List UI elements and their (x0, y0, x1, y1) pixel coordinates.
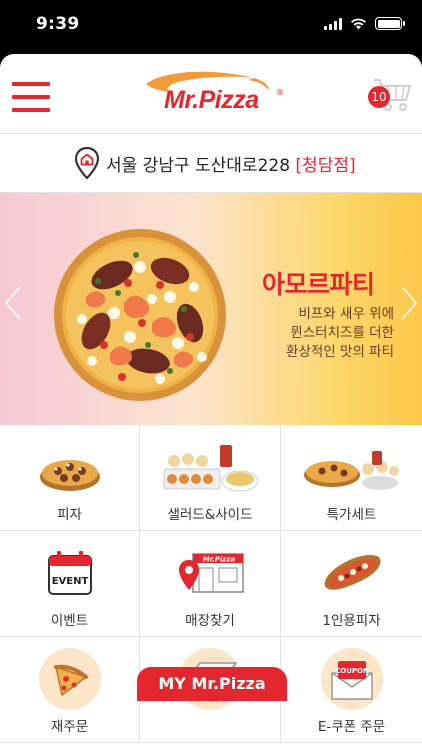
location-address: 서울 강남구 도산대로228 (106, 155, 291, 176)
location-pin-icon (74, 146, 100, 180)
menu-item-e-coupon[interactable]: COUPON E-쿠폰 주문 (281, 637, 422, 743)
menu-item-label: E-쿠폰 주문 (317, 719, 386, 735)
reorder-icon (38, 648, 101, 710)
banner-prev-arrow-icon[interactable] (4, 285, 22, 321)
status-bar: 9:39 (0, 0, 422, 54)
status-time: 9:39 (36, 14, 80, 34)
svg-text:Mr.Pizza: Mr.Pizza (203, 556, 236, 564)
menu-item-single-pizza[interactable]: 1인용피자 (281, 531, 422, 637)
banner-title: 아모르파티 (262, 270, 375, 299)
menu-item-salad-side[interactable]: 샐러드&사이드 (140, 425, 281, 531)
menu-item-event[interactable]: EVENT 이벤트 (0, 531, 140, 637)
location-text: 서울 강남구 도산대로228 [청담점] (106, 151, 356, 176)
banner-next-arrow-icon[interactable] (400, 285, 418, 321)
svg-text:COUPON: COUPON (335, 667, 369, 675)
my-mrpizza-tab[interactable]: MY Mr.Pizza (137, 667, 287, 701)
menu-item-label: 1인용피자 (322, 613, 381, 629)
delivery-location-bar[interactable]: 서울 강남구 도산대로228 [청담점] (0, 134, 422, 193)
menu-item-label: 이벤트 (50, 613, 89, 629)
event-calendar-icon: EVENT (47, 551, 92, 595)
cellular-signal-icon (324, 17, 342, 30)
store-finder-icon: Mr.Pizza (179, 553, 244, 593)
mrpizza-logo[interactable]: Mr.Pizza ® (144, 70, 284, 114)
menu-item-reorder[interactable]: 재주문 (0, 637, 140, 743)
salad-side-icon (163, 445, 259, 492)
banner-description-line: 환상적인 맛의 파티 (286, 344, 394, 360)
banner-description: 비프와 새우 위에 뮌스터치즈를 더한 환상적인 맛의 파티 (286, 305, 394, 362)
banner-description-line: 뮌스터치즈를 더한 (290, 325, 394, 341)
menu-item-pizza[interactable]: 피자 (0, 425, 140, 531)
menu-item-store-finder[interactable]: Mr.Pizza 매장찾기 (140, 531, 281, 637)
location-branch: [청담점] (295, 155, 356, 176)
app-screen: Mr.Pizza ® 10 서울 강남구 도산대로228 [청담점] 아모르파티… (0, 54, 422, 750)
logo-registered-mark: ® (276, 88, 284, 97)
menu-item-label: 매장찾기 (185, 613, 235, 629)
top-header: Mr.Pizza ® 10 (0, 54, 422, 134)
menu-hamburger-icon[interactable] (12, 82, 50, 112)
pizza-icon (39, 460, 100, 491)
menu-item-special-set[interactable]: 특가세트 (281, 425, 422, 531)
menu-item-label: 재주문 (50, 719, 89, 735)
menu-item-label: 피자 (57, 507, 82, 523)
coupon-icon: COUPON (320, 648, 383, 710)
promo-banner[interactable]: 아모르파티 비프와 새우 위에 뮌스터치즈를 더한 환상적인 맛의 파티 (0, 193, 422, 425)
logo-text: Mr.Pizza (164, 86, 259, 114)
cart-count-badge: 10 (368, 86, 390, 108)
cart-button[interactable]: 10 (366, 74, 412, 114)
battery-icon (375, 17, 405, 30)
single-pizza-icon (324, 554, 381, 590)
system-icons (324, 17, 405, 30)
banner-description-line: 비프와 새우 위에 (298, 306, 394, 322)
wifi-icon (351, 18, 366, 29)
amor-party-pizza-image (54, 229, 226, 401)
special-set-icon (303, 451, 399, 490)
menu-item-label: 샐러드&사이드 (167, 507, 253, 523)
svg-text:EVENT: EVENT (51, 576, 88, 587)
menu-item-label: 특가세트 (326, 507, 377, 523)
